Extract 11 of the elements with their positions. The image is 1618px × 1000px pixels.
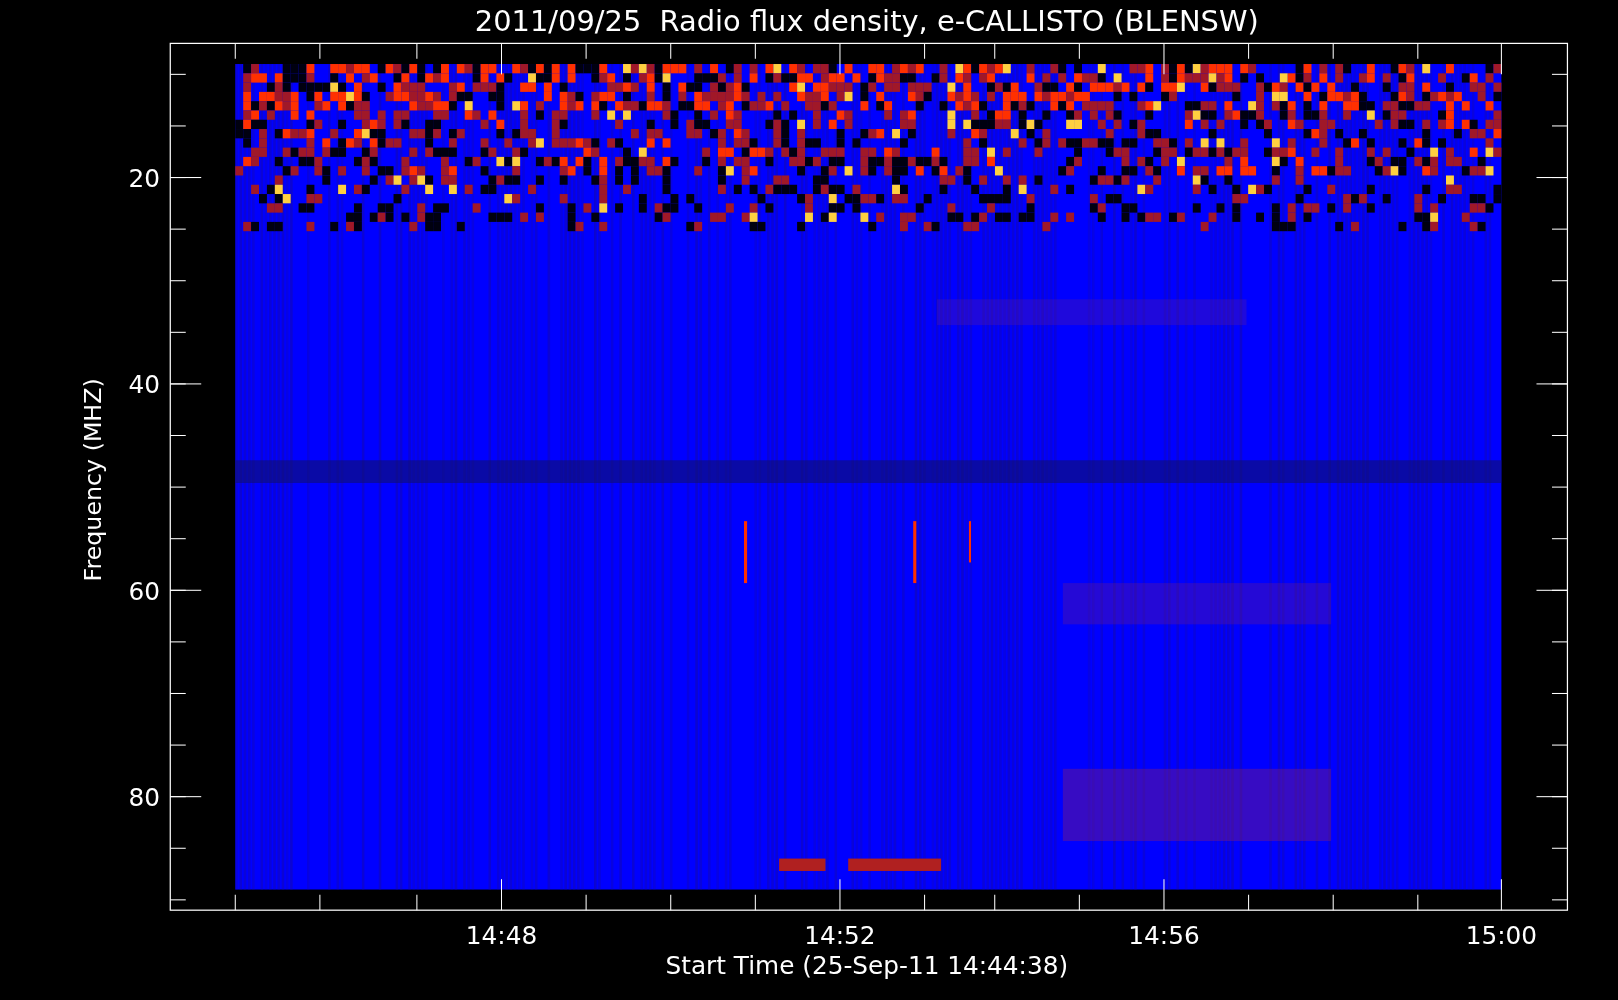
y-tick-label: 60 xyxy=(128,576,160,606)
y-axis-label: Frequency (MHZ) xyxy=(79,378,108,582)
x-axis-label: Start Time (25-Sep-11 14:44:38) xyxy=(665,951,1069,981)
y-tick-label: 20 xyxy=(128,163,160,193)
y-tick-label: 80 xyxy=(128,782,160,812)
x-tick-label: 14:48 xyxy=(465,921,538,951)
x-tick-label: 14:52 xyxy=(804,921,876,951)
chart-title: 2011/09/25 Radio flux density, e-CALLISTO (BLENSW) xyxy=(474,4,1259,38)
x-tick-label: 14:56 xyxy=(1128,921,1200,951)
y-tick-label: 40 xyxy=(128,370,160,400)
x-tick-label: 15:00 xyxy=(1465,921,1538,951)
